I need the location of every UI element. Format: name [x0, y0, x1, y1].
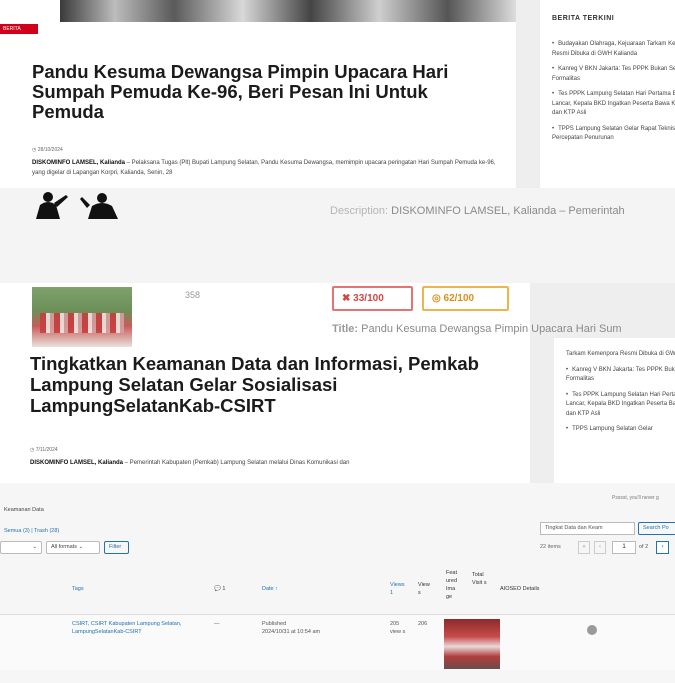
column-date[interactable]: Date ↑	[262, 585, 278, 593]
sidebar-list: Budayakan Olahraga, Kejuaraan Tarkam Kem…	[552, 40, 675, 150]
article-excerpt-text-2: – Pemerintah Kabupaten (Pemkab) Lampung …	[123, 460, 350, 466]
row-views: 205 view s	[390, 621, 406, 635]
silhouette-image	[36, 192, 118, 219]
sidebar-item[interactable]: Budayakan Olahraga, Kejuaraan Tarkam Kem…	[552, 40, 675, 59]
format-filter-value: All formats	[51, 544, 77, 550]
chevron-down-icon: ⌄	[78, 544, 84, 550]
aioseo-status-icon	[587, 625, 597, 635]
latest-news-sidebar: BERITA TERKINI Budayakan Olahraga, Kejua…	[540, 0, 675, 188]
article-date-2: ◷ 7/11/2024	[30, 447, 58, 453]
seo-count: 358	[185, 290, 201, 300]
seo-description-label: Description:	[330, 205, 389, 217]
category-tag[interactable]: BERITA	[0, 24, 38, 34]
seo-preview-panel: Description: DISKOMINFO LAMSEL, Kalianda…	[0, 188, 675, 283]
current-page-input[interactable]: 1	[612, 541, 636, 554]
column-comments[interactable]: 💬 1	[214, 585, 225, 593]
seo-score-value: 33/100	[353, 293, 384, 304]
article-source: DISKOMINFO LAMSEL, Kalianda	[32, 160, 126, 166]
readability-score-icon: ◎	[432, 293, 441, 304]
article-source-2: DISKOMINFO LAMSEL, Kalianda	[30, 460, 124, 466]
featured-image-thumbnail[interactable]	[444, 619, 500, 669]
column-tags[interactable]: Tags	[72, 585, 84, 593]
first-page-button[interactable]: «	[578, 541, 590, 554]
table-row: CSIRT, CSIRT Kabupaten Lampung Selatan, …	[0, 615, 675, 670]
column-total-visits: Total Visit s	[472, 572, 487, 586]
search-input[interactable]: Tingkat Data dan Keam	[540, 522, 635, 535]
sidebar-heading: BERITA TERKINI	[552, 15, 615, 22]
search-posts-button[interactable]: Search Po	[638, 522, 675, 535]
bulk-action-select[interactable]: ⌄	[0, 541, 42, 554]
article-main-2: 358 ✖ 33/100 ◎ 62/100 Title: Pandu Kesum…	[0, 283, 622, 483]
row-comments: —	[214, 621, 220, 627]
prev-page-button[interactable]: ‹	[594, 541, 606, 554]
sidebar-item[interactable]: Kanreg V BKN Jakarta: Tes PPPK Bukan Sek…	[566, 366, 675, 385]
column-aioseo-details: AIOSEO Details	[500, 586, 540, 592]
format-filter-select[interactable]: All formats ⌄	[46, 541, 100, 554]
article-date-text-2: 7/11/2024	[35, 447, 58, 453]
seo-title-text: Pandu Kesuma Dewangsa Pimpin Upacara Har…	[358, 323, 622, 335]
article-main: BERITA Pandu Kesuma Dewangsa Pimpin Upac…	[0, 0, 516, 188]
admin-page-title: Keamanan Data	[4, 507, 44, 513]
article-title[interactable]: Pandu Kesuma Dewangsa Pimpin Upacara Har…	[32, 62, 502, 122]
sidebar-item[interactable]: Tes PPPK Lampung Selatan Hari Pertama Be…	[566, 391, 675, 420]
article-excerpt-2: DISKOMINFO LAMSEL, Kalianda – Pemerintah…	[30, 460, 510, 466]
column-view-s[interactable]: View s	[418, 581, 432, 597]
seo-title-label: Title:	[332, 323, 359, 335]
column-featured-image: Feat ured Ima ge	[446, 570, 458, 600]
seo-description: Description: DISKOMINFO LAMSEL, Kalianda…	[330, 205, 625, 217]
next-page-button[interactable]: ›	[656, 541, 669, 554]
row-total: 206	[418, 621, 428, 627]
sidebar-item[interactable]: Kanreg V BKN Jakarta: Tes PPPK Bukan Sek…	[552, 65, 675, 84]
chevron-down-icon: ⌄	[32, 544, 37, 550]
readability-score-value: 62/100	[443, 293, 475, 304]
sidebar-list-2: Tarkam Kemenpora Resmi Dibuka di GWH Kal…	[566, 350, 675, 441]
article-title-2[interactable]: Tingkatkan Keamanan Data dan Informasi, …	[30, 353, 525, 416]
article-thumbnail[interactable]	[32, 287, 132, 347]
sidebar-item[interactable]: TPPS Lampung Selatan Gelar	[566, 425, 675, 435]
admin-posts-list: Psssst, you'll never g Keamanan Data Sem…	[0, 483, 675, 683]
sidebar-item[interactable]: Tes PPPK Lampung Selatan Hari Pertama Be…	[552, 90, 675, 119]
column-views[interactable]: Views 1	[390, 581, 405, 597]
total-pages: of 2	[639, 544, 649, 550]
seo-title: Title: Pandu Kesuma Dewangsa Pimpin Upac…	[332, 323, 622, 335]
row-status: Published	[262, 621, 287, 627]
sidebar-item[interactable]: TPPS Lampung Selatan Gelar Rapat Teknis …	[552, 125, 675, 144]
article-photo	[60, 0, 516, 22]
seo-score-badge[interactable]: ✖ 33/100	[332, 286, 413, 311]
article-excerpt: DISKOMINFO LAMSEL, Kalianda – Pelaksana …	[32, 158, 502, 178]
seo-description-text: DISKOMINFO LAMSEL, Kalianda – Pemerintah	[388, 205, 625, 217]
article-date-text: 28/10/2024	[37, 147, 63, 153]
admin-notice: Psssst, you'll never g	[612, 495, 659, 501]
post-status-views[interactable]: Semua (3) | Trash (28)	[4, 528, 59, 534]
filter-button[interactable]: Filter	[104, 541, 129, 554]
latest-news-sidebar-2: Tarkam Kemenpora Resmi Dibuka di GWH Kal…	[554, 338, 675, 483]
row-date: 2024/10/31 at 10:54 am	[262, 629, 321, 635]
table-header: Tags 💬 1 Date ↑ Views 1 View s Feat ured…	[0, 563, 675, 615]
sidebar-item[interactable]: Tarkam Kemenpora Resmi Dibuka di GWH Kal…	[566, 350, 675, 360]
article-preview-panel-2: 358 ✖ 33/100 ◎ 62/100 Title: Pandu Kesum…	[0, 283, 675, 483]
items-count: 22 items	[540, 544, 561, 550]
row-tags[interactable]: CSIRT, CSIRT Kabupaten Lampung Selatan, …	[72, 620, 208, 636]
article-date: ◷ 28/10/2024	[32, 147, 63, 153]
article-preview-panel: BERITA Pandu Kesuma Dewangsa Pimpin Upac…	[0, 0, 675, 188]
readability-score-badge[interactable]: ◎ 62/100	[422, 286, 509, 311]
seo-score-icon: ✖	[342, 293, 351, 304]
